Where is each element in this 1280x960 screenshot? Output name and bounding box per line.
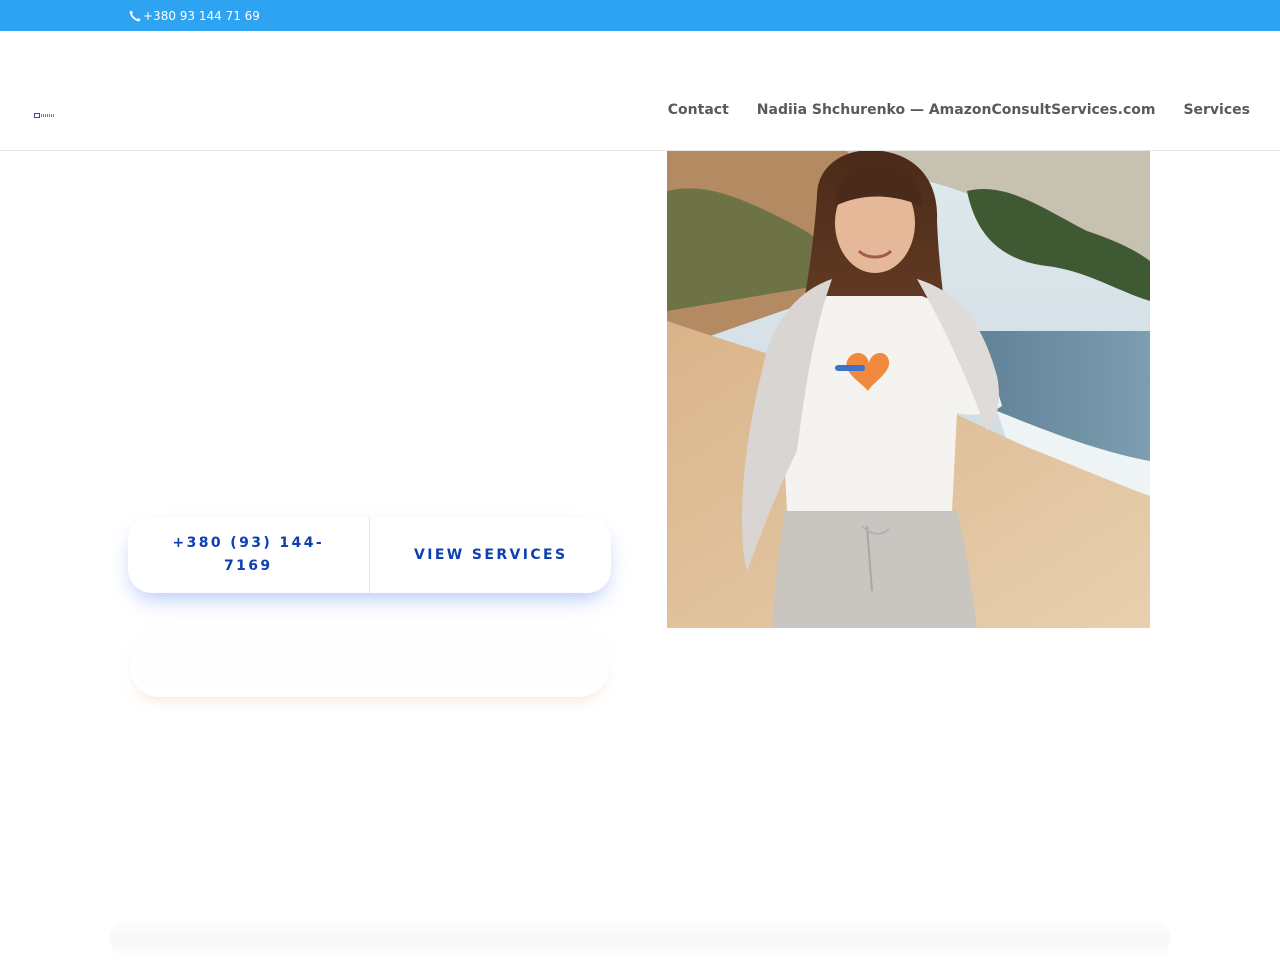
nav-item-home[interactable]: Nadiia Shchurenko — AmazonConsultService…	[757, 101, 1156, 119]
hero-photo	[667, 151, 1150, 628]
top-bar: +380 93 144 71 69	[0, 0, 1280, 31]
logo-wordmark	[41, 113, 55, 117]
nav-item-services[interactable]: Services	[1183, 101, 1250, 119]
call-phone-button[interactable]: +380 (93) 144-7169	[128, 517, 369, 593]
phone-icon	[128, 9, 142, 23]
topbar-phone-text: +380 93 144 71 69	[143, 9, 260, 23]
nav-item-contact[interactable]: Contact	[668, 101, 729, 119]
topbar-phone-link[interactable]: +380 93 144 71 69	[128, 8, 260, 24]
woman-on-beach-photo	[667, 151, 1150, 628]
main-nav: Contact Nadiia Shchurenko — AmazonConsul…	[668, 101, 1250, 119]
hero-button-group: +380 (93) 144-7169 VIEW SERVICES	[128, 517, 611, 593]
bottom-fade-band	[110, 918, 1170, 960]
view-services-button[interactable]: VIEW SERVICES	[370, 517, 611, 593]
site-header: Contact Nadiia Shchurenko — AmazonConsul…	[0, 31, 1280, 151]
site-logo[interactable]	[34, 112, 56, 118]
faded-pill-panel	[130, 627, 609, 697]
logo-mark	[34, 112, 40, 118]
